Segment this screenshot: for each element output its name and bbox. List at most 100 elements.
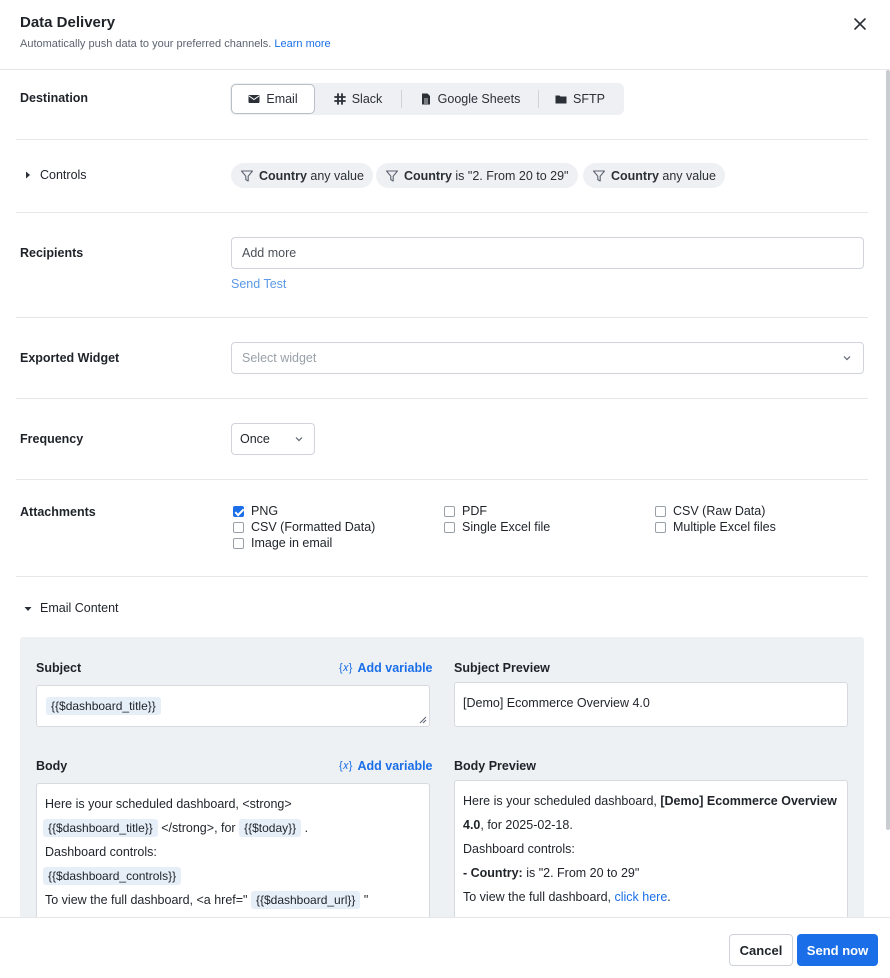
checkbox-checked[interactable]: [233, 505, 244, 517]
checkbox[interactable]: [655, 521, 666, 533]
filter-field: Country: [259, 168, 307, 183]
filter-field: Country: [404, 168, 452, 183]
filter-field: Country: [611, 168, 659, 183]
dialog-header: Data Delivery Automatically push data to…: [0, 0, 890, 70]
caret-right-icon[interactable]: [24, 171, 32, 179]
frequency-section: Frequency: [16, 399, 868, 480]
variable-token: {{$dashboard_controls}}: [43, 867, 182, 885]
body-add-variable-button[interactable]: {𝑥} Add variable: [339, 759, 433, 773]
subject-preview-text: [Demo] Ecommerce Overview 4.0: [463, 696, 650, 710]
recipients-input[interactable]: Add more: [231, 237, 864, 269]
attachment-label: Multiple Excel files: [673, 520, 776, 534]
body-text: ": [363, 893, 369, 907]
preview-line: To view the full dashboard, click here.: [463, 890, 671, 904]
body-text: To view the full dashboard, <a href=": [45, 893, 248, 907]
checkbox[interactable]: [655, 505, 666, 517]
body-line: {{$dashboard_title}} </strong>, for {{$t…: [43, 819, 308, 837]
frequency-value: Once: [240, 432, 270, 446]
mail-icon: [248, 95, 260, 103]
subtitle-text: Automatically push data to your preferre…: [20, 38, 272, 50]
chevron-down-icon: [843, 356, 851, 361]
variable-token: {{$dashboard_title}}: [43, 819, 158, 837]
widget-select-placeholder: Select widget: [242, 351, 317, 365]
preview-line: Here is your scheduled dashboard, [Demo]…: [463, 794, 837, 808]
variable-token: {{$today}}: [239, 819, 302, 837]
filter-condition: any value: [310, 168, 364, 183]
destination-label: Destination: [20, 91, 89, 105]
filter-icon: [240, 169, 254, 182]
attachment-pdf-checkbox[interactable]: PDF: [444, 503, 487, 519]
destination-slack-label: Slack: [351, 92, 383, 106]
chevron-down-icon: [295, 437, 303, 442]
preview-line: Dashboard controls:: [463, 842, 575, 856]
resize-handle-icon[interactable]: [419, 716, 427, 724]
body-preview-label: Body Preview: [454, 759, 536, 773]
attachment-csv-formatted-checkbox[interactable]: CSV (Formatted Data): [233, 519, 375, 535]
dialog-subtitle: Automatically push data to your preferre…: [20, 38, 331, 50]
slack-icon: [333, 93, 346, 105]
preview-bold: [Demo] Ecommerce Overview: [660, 794, 837, 808]
checkbox[interactable]: [233, 521, 244, 533]
checkbox[interactable]: [444, 505, 455, 517]
subject-add-variable-button[interactable]: {𝑥} Add variable: [339, 661, 433, 675]
preview-bold: - Country:: [463, 866, 523, 880]
close-icon[interactable]: [850, 14, 870, 34]
body-line: {{$dashboard_controls}}: [43, 867, 182, 885]
subject-label: Subject: [36, 661, 82, 675]
learn-more-link[interactable]: Learn more: [274, 38, 330, 50]
add-variable-label: Add variable: [357, 661, 433, 675]
attachment-csv-raw-checkbox[interactable]: CSV (Raw Data): [655, 503, 765, 519]
preview-bold: 4.0: [463, 818, 481, 832]
scrollbar[interactable]: [886, 70, 890, 830]
subject-preview-label: Subject Preview: [454, 661, 550, 675]
attachment-label: Image in email: [251, 536, 333, 550]
destination-google-sheets-label: Google Sheets: [437, 92, 521, 106]
checkbox[interactable]: [444, 521, 455, 533]
preview-text: is "2. From 20 to 29": [526, 866, 640, 880]
variable-icon: {𝑥}: [339, 661, 353, 674]
send-test-link[interactable]: Send Test: [231, 277, 286, 291]
attachment-label: PDF: [462, 504, 487, 518]
frequency-label: Frequency: [20, 432, 84, 446]
body-text: </strong>, for: [161, 821, 236, 835]
send-now-button[interactable]: Send now: [797, 934, 878, 966]
dialog-title: Data Delivery: [20, 14, 116, 31]
filter-condition: is "2. From 20 to 29": [455, 168, 569, 183]
destination-sftp-button[interactable]: SFTP: [539, 84, 621, 114]
variable-token: {{$dashboard_title}}: [46, 697, 161, 715]
body-line: Here is your scheduled dashboard, <stron…: [45, 797, 292, 811]
attachment-label: PNG: [251, 504, 279, 518]
preview-line: 4.0, for 2025-02-18.: [463, 818, 573, 832]
controls-label[interactable]: Controls: [40, 168, 87, 182]
attachment-image-in-email-checkbox[interactable]: Image in email: [233, 535, 332, 551]
add-variable-label: Add variable: [357, 759, 433, 773]
checkbox[interactable]: [233, 537, 244, 549]
caret-down-icon[interactable]: [24, 605, 32, 613]
destination-selector: Email Slack Google Sheets SFTP: [230, 83, 624, 115]
exported-widget-label: Exported Widget: [20, 351, 120, 365]
attachment-single-excel-checkbox[interactable]: Single Excel file: [444, 519, 550, 535]
widget-select[interactable]: Select widget: [231, 342, 864, 374]
attachment-png-checkbox[interactable]: PNG: [233, 503, 278, 519]
filter-chip[interactable]: Country any value: [231, 163, 373, 188]
cancel-button[interactable]: Cancel: [729, 934, 793, 966]
body-line: To view the full dashboard, <a href=" {{…: [45, 891, 368, 909]
filter-icon: [592, 169, 606, 182]
sheet-icon: [421, 93, 430, 105]
destination-slack-button[interactable]: Slack: [315, 84, 401, 114]
filter-icon: [385, 169, 399, 182]
variable-icon: {𝑥}: [339, 759, 353, 772]
filter-chip[interactable]: Country is "2. From 20 to 29": [376, 163, 578, 188]
filter-chip[interactable]: Country any value: [583, 163, 725, 188]
variable-token: {{$dashboard_url}}: [250, 891, 361, 909]
body-line: Dashboard controls:: [45, 845, 157, 859]
email-content-toggle[interactable]: Email Content: [40, 601, 119, 615]
filter-condition: any value: [662, 168, 716, 183]
subject-input[interactable]: {{$dashboard_title}}: [36, 685, 430, 727]
attachment-multiple-excel-checkbox[interactable]: Multiple Excel files: [655, 519, 776, 535]
click-here-link[interactable]: click here: [615, 890, 668, 904]
recipients-label: Recipients: [20, 246, 84, 260]
preview-text: Here is your scheduled dashboard,: [463, 794, 657, 808]
destination-email-button[interactable]: Email: [231, 84, 315, 114]
destination-google-sheets-button[interactable]: Google Sheets: [402, 84, 538, 114]
